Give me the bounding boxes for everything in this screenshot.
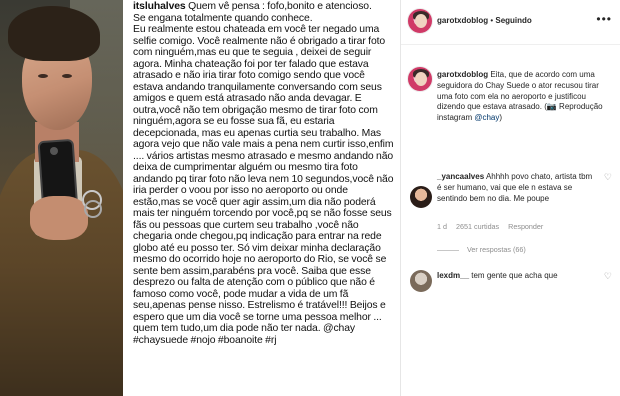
caption-mention[interactable]: @chay — [474, 113, 499, 122]
header-avatar[interactable] — [407, 8, 433, 34]
more-options-icon[interactable]: ••• — [596, 12, 612, 26]
comment-time: 1 d — [437, 222, 447, 231]
comment-avatar[interactable] — [410, 270, 432, 292]
header-divider — [401, 44, 620, 45]
like-heart-icon[interactable]: ♡ — [604, 271, 612, 282]
header-username[interactable]: garotxdoblog — [437, 16, 488, 25]
view-replies-label[interactable]: Ver respostas (66) — [467, 245, 526, 254]
caption-end: ) — [499, 113, 503, 123]
comment: _yancaalves Ahhhh povo chato, artista tb… — [437, 172, 597, 204]
caption-avatar[interactable] — [407, 66, 433, 92]
view-replies[interactable]: Ver respostas (66) — [437, 245, 526, 254]
caption: garotxdoblog Eita, que de acordo com uma… — [437, 70, 613, 124]
comment-text: tem gente que acha que — [469, 271, 558, 280]
following-button[interactable]: Seguindo — [495, 16, 531, 25]
header: garotxdoblog • Seguindo — [437, 16, 532, 25]
like-heart-icon[interactable]: ♡ — [604, 172, 612, 183]
comment-avatar[interactable] — [410, 186, 432, 208]
comment-meta: 1 d 2651 curtidas Responder — [437, 222, 552, 231]
reply-button[interactable]: Responder — [508, 222, 543, 231]
comment-username[interactable]: lexdm__ — [437, 271, 469, 280]
post-username[interactable]: itsluhalves — [133, 1, 186, 12]
instagram-panel: garotxdoblog • Seguindo ••• garotxdoblog… — [401, 0, 620, 396]
post-body: Quem vê pensa : fofo,bonito e atencioso.… — [133, 1, 394, 346]
comment-username[interactable]: _yancaalves — [437, 172, 484, 181]
comment-likes[interactable]: 2651 curtidas — [456, 222, 499, 231]
comment: lexdm__ tem gente que acha que — [437, 271, 607, 280]
selfie-photo — [0, 0, 123, 396]
post-text: itsluhalves Quem vê pensa : fofo,bonito … — [133, 1, 395, 395]
caption-username[interactable]: garotxdoblog — [437, 70, 488, 79]
